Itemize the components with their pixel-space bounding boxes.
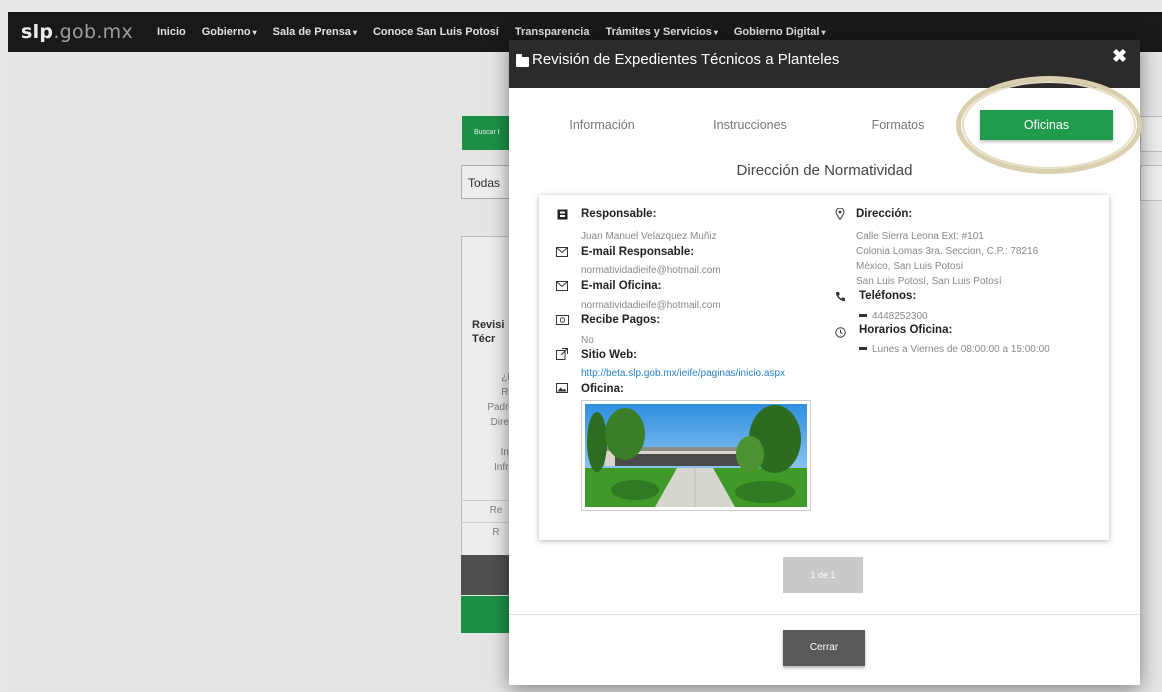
direccion-line-3: México, San Luis Potosí <box>856 261 964 272</box>
modal-tabs: Información Instrucciones Formatos Ofici… <box>509 110 1140 140</box>
direccion-line-4: San Luis Potosí, San Luis Potosí <box>856 276 1002 287</box>
office-modal: Revisión de Expedientes Técnicos a Plant… <box>509 40 1142 685</box>
email-oficina-value: normatividadieife@hotmail.com <box>581 300 721 311</box>
pagination-indicator: 1 de 1 <box>783 557 863 593</box>
sitio-web-label: Sitio Web: <box>581 349 638 361</box>
responsable-label: Responsable: <box>581 208 657 220</box>
dash-icon <box>859 313 867 317</box>
direccion-line-1: Calle Sierra Leona Ext: #101 <box>856 231 984 242</box>
email-responsable-label: E-mail Responsable: <box>581 246 695 258</box>
clock-icon <box>833 327 847 339</box>
dash-icon <box>859 346 867 350</box>
tab-formatos[interactable]: Formatos <box>843 110 953 140</box>
money-icon <box>555 315 569 327</box>
horario-item: Lunes a Viernes de 08:00:00 a 15:00:00 <box>859 343 1050 356</box>
oficina-label: Oficina: <box>581 383 624 395</box>
tab-instrucciones[interactable]: Instrucciones <box>695 110 805 140</box>
recibe-pagos-label: Recibe Pagos: <box>581 314 661 326</box>
email-responsable-value: normatividadieife@hotmail.com <box>581 265 721 276</box>
telefono-item: 4448252300 <box>859 310 928 323</box>
envelope-icon <box>555 281 569 293</box>
office-name: Dirección de Normatividad <box>736 162 913 179</box>
map-marker-icon <box>833 207 847 221</box>
envelope-icon <box>555 247 569 259</box>
direccion-label: Dirección: <box>856 208 913 220</box>
recibe-pagos-value: No <box>581 335 594 346</box>
folder-icon <box>516 54 529 67</box>
office-info-card: Responsable: Juan Manuel Velazquez Muñiz… <box>539 195 1109 540</box>
id-card-icon <box>555 209 569 221</box>
phone-icon <box>833 291 847 303</box>
horarios-label: Horarios Oficina: <box>859 324 953 336</box>
image-icon <box>555 383 569 395</box>
external-link-icon <box>555 348 569 360</box>
sitio-web-link[interactable]: http://beta.slp.gob.mx/ieife/paginas/ini… <box>581 368 785 379</box>
office-photo <box>581 400 811 511</box>
close-icon[interactable]: ✖ <box>1112 46 1127 67</box>
modal-title: Revisión de Expedientes Técnicos a Plant… <box>532 51 840 68</box>
tab-informacion[interactable]: Información <box>547 110 657 140</box>
footer-divider <box>509 614 1140 615</box>
telefonos-label: Teléfonos: <box>859 290 917 302</box>
email-oficina-label: E-mail Oficina: <box>581 280 662 292</box>
tab-oficinas[interactable]: Oficinas <box>980 110 1113 140</box>
close-button[interactable]: Cerrar <box>783 630 865 666</box>
modal-header: Revisión de Expedientes Técnicos a Plant… <box>509 40 1140 88</box>
direccion-line-2: Colonia Lomas 3ra. Seccion, C.P.: 78216 <box>856 246 1039 257</box>
responsable-value: Juan Manuel Velazquez Muñiz <box>581 231 717 242</box>
